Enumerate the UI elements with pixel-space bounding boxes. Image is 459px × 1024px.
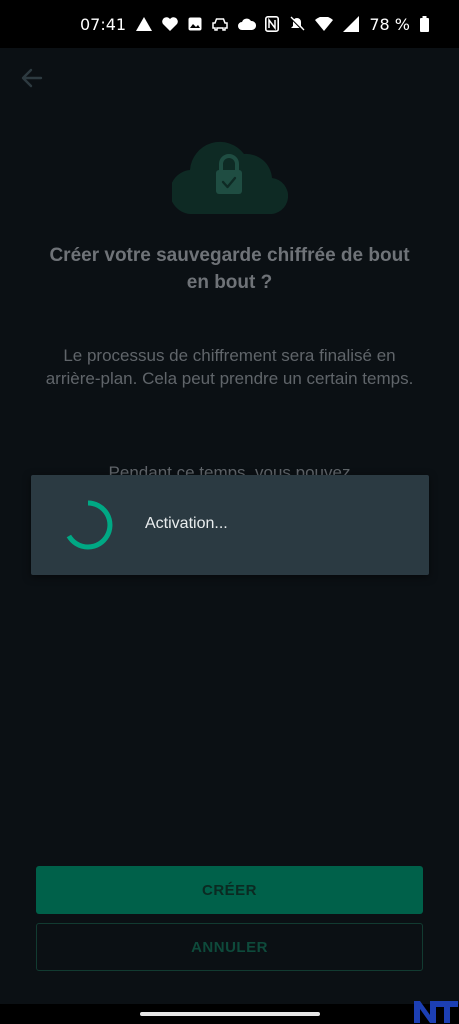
nfc-icon [265, 16, 280, 32]
status-bar: 07:41 78 % [0, 0, 459, 48]
mute-icon [289, 16, 306, 32]
cloud-icon [238, 18, 257, 30]
signal-icon [343, 16, 360, 32]
progress-dialog: Activation... [31, 475, 429, 575]
cloud-lock-icon [172, 141, 288, 214]
create-button[interactable]: CRÉER [36, 866, 423, 914]
battery-icon [420, 16, 429, 32]
cancel-button[interactable]: ANNULER [36, 923, 423, 971]
car-icon [212, 18, 228, 31]
status-time: 07:41 [80, 14, 127, 34]
watermark-logo [414, 1001, 458, 1023]
navigation-icon [136, 17, 153, 31]
image-icon [188, 17, 202, 31]
status-left: 07:41 [80, 14, 257, 34]
page-title: Créer votre sauvegarde chiffrée de bout … [49, 245, 410, 293]
battery-percentage: 78 % [369, 14, 410, 34]
loading-spinner [66, 500, 113, 550]
arrow-left-icon[interactable] [18, 64, 46, 92]
dialog-message: Activation... [145, 515, 228, 532]
heart-icon [162, 17, 178, 31]
wifi-icon [315, 17, 334, 31]
home-gesture-handle[interactable] [140, 1012, 320, 1016]
navigation-bar [0, 1004, 459, 1024]
description-text: Le processus de chiffrement sera finalis… [45, 346, 414, 388]
status-right: 78 % [265, 15, 429, 34]
